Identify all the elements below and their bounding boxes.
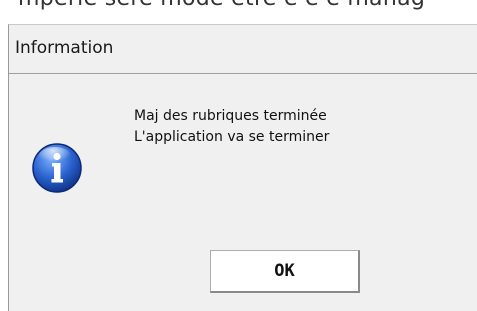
message-dialog: Information Maj des rubriques terminée L…	[8, 24, 477, 311]
message-line-2: L'application va se terminer	[134, 129, 330, 145]
background-partial-text: mpérié seré mode être é é e manag	[18, 0, 425, 11]
dialog-title: Information	[15, 38, 114, 58]
information-icon	[32, 143, 82, 193]
ok-button[interactable]: OK	[210, 250, 360, 293]
title-separator	[9, 73, 477, 74]
message-line-1: Maj des rubriques terminée	[134, 108, 327, 124]
background-window-strip: mpérié seré mode être é é e manag	[0, 0, 477, 24]
